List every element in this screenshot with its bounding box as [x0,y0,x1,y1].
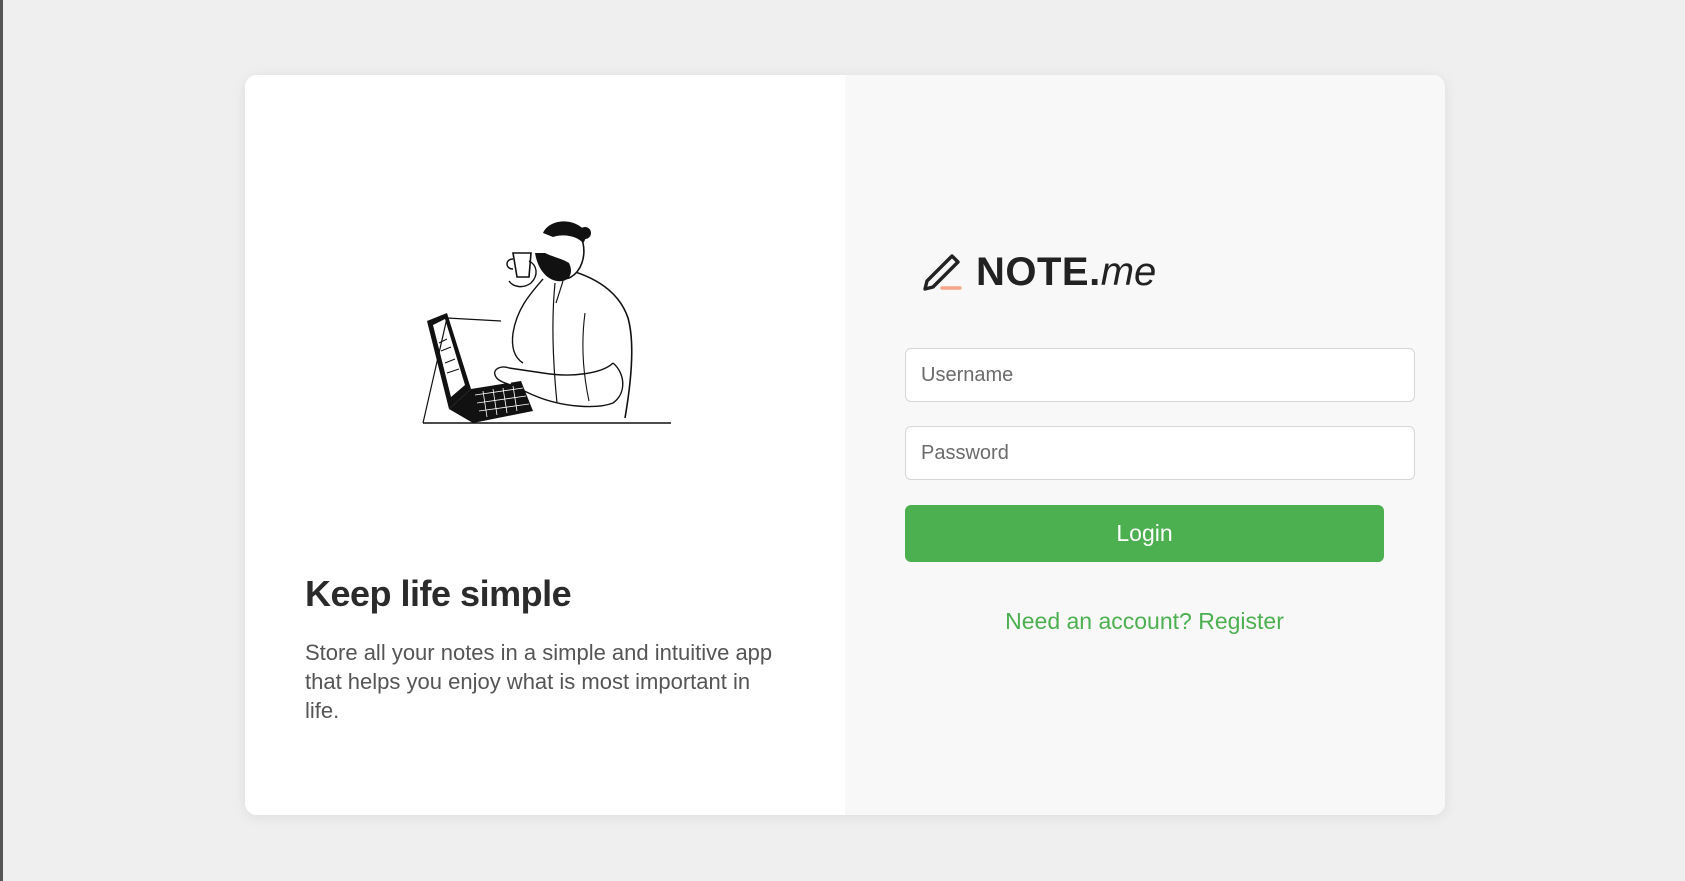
brand-name-light: me [1100,249,1157,294]
login-button[interactable]: Login [905,505,1384,562]
login-card: Keep life simple Store all your notes in… [245,75,1445,815]
login-panel: NOTE. me Login Need an account? Register [845,75,1445,815]
password-input[interactable] [905,426,1415,480]
hero-title: Keep life simple [305,573,572,614]
brand-logo: NOTE. me [920,247,1156,297]
person-with-laptop-illustration [422,221,671,424]
hero-panel: Keep life simple Store all your notes in… [245,75,845,815]
register-link[interactable]: Need an account? Register [905,608,1384,635]
window-edge [0,0,3,881]
username-input[interactable] [905,348,1415,402]
pencil-icon [923,254,962,291]
hero-description: Store all your notes in a simple and int… [305,640,773,723]
brand-name-bold: NOTE. [976,249,1101,294]
